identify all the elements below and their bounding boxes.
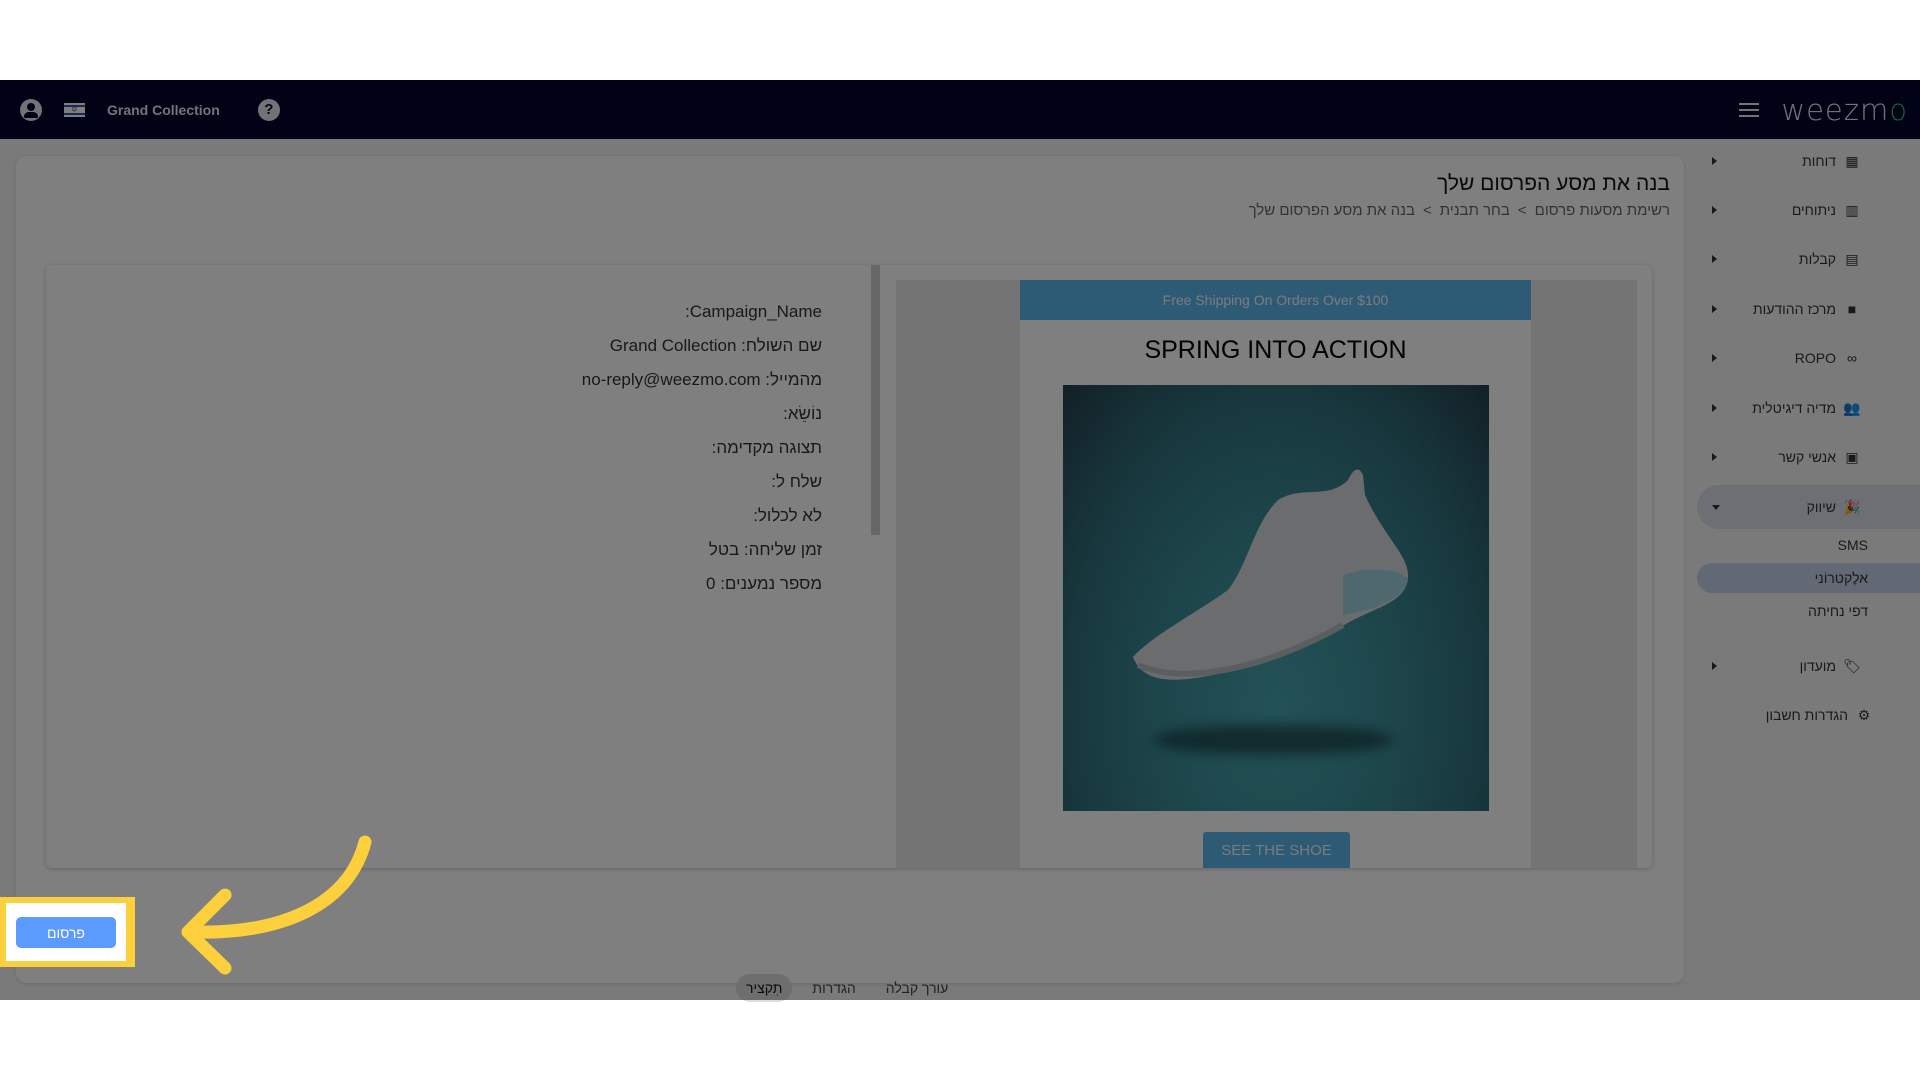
sidebar-item-club[interactable]: 🏷 מועדון — [1680, 644, 1920, 688]
breadcrumb-campaign-list[interactable]: רשימת מסעות פרסום — [1535, 202, 1670, 219]
sidebar-item-message-center[interactable]: ■ מרכז ההודעות — [1680, 287, 1920, 331]
navbar-right-group: weezmo — [1739, 80, 1908, 139]
summary-preview-text: תצוגה מקדימה: — [711, 438, 822, 457]
email-banner: Free Shipping On Orders Over $100 — [1020, 280, 1531, 320]
breadcrumb-separator: > — [1422, 202, 1432, 219]
chevron-right-icon — [1712, 255, 1717, 263]
analytics-icon: ▥ — [1845, 201, 1859, 218]
summary-from-email: מהמייל: no-reply@weezmo.com — [581, 370, 822, 389]
chat-icon: ■ — [1847, 301, 1857, 317]
chevron-right-icon — [1712, 206, 1717, 214]
sidebar-item-label: ROPO — [1794, 350, 1836, 366]
sidebar-item-label: הגדרות חשבון — [1765, 707, 1848, 723]
sidebar-item-ropo[interactable]: ∞ ROPO — [1680, 336, 1920, 380]
chevron-right-icon — [1712, 157, 1717, 165]
logo-text: weezm — [1781, 92, 1890, 127]
user-account-icon[interactable] — [20, 98, 42, 121]
sidebar-item-label: קבלות — [1798, 251, 1836, 267]
campaign-summary: Campaign_Name: שם השולח: Grand Collectio… — [582, 295, 822, 601]
chevron-right-icon — [1712, 453, 1717, 461]
sidebar-item-contacts[interactable]: ▣ אנשי קשר — [1680, 435, 1920, 479]
infinity-icon: ∞ — [1847, 350, 1857, 366]
see-the-shoe-button[interactable]: SEE THE SHOE — [1203, 832, 1350, 868]
people-icon: 👥 — [1843, 399, 1861, 416]
tag-icon: 🏷 — [1843, 657, 1861, 674]
summary-scrollbar[interactable] — [871, 265, 880, 535]
breadcrumb-separator: > — [1517, 202, 1527, 219]
tab-receipt-editor[interactable]: עורך קבלה — [876, 974, 959, 1002]
chevron-right-icon — [1712, 305, 1717, 313]
sidebar-item-label: אנשי קשר — [1778, 449, 1836, 465]
sidebar-subitem-email[interactable]: אלֶקטרוֹני — [1697, 563, 1920, 593]
israel-flag-icon[interactable] — [64, 102, 85, 117]
contact-icon: ▣ — [1845, 448, 1859, 465]
email-preview: Free Shipping On Orders Over $100 SPRING… — [896, 280, 1637, 868]
breadcrumb-current: בנה את מסע הפרסום שלך — [1248, 202, 1415, 219]
tab-settings[interactable]: הגדרות — [802, 974, 865, 1002]
sidebar: ▦ דוחות ▥ ניתוחים ▤ קבלות ■ מרכז ההודעות… — [1680, 139, 1920, 1000]
shoe-shadow — [1153, 725, 1393, 755]
arrow-curve — [183, 835, 372, 939]
sidebar-item-label: מרכז ההודעות — [1752, 301, 1836, 317]
dashboard-icon: ▦ — [1845, 152, 1859, 169]
receipt-icon: ▤ — [1845, 250, 1859, 267]
sidebar-item-account-settings[interactable]: ⚙ הגדרות חשבון — [1680, 693, 1920, 737]
campaign-preview-box: Campaign_Name: שם השולח: Grand Collectio… — [46, 265, 1652, 868]
shoe-image — [1063, 385, 1489, 811]
chevron-right-icon — [1712, 662, 1717, 670]
summary-send-to: שלח ל: — [771, 472, 822, 491]
pointer-arrow-icon — [181, 835, 372, 975]
sidebar-item-label: שיווק — [1806, 499, 1836, 515]
page-title: בנה את מסע הפרסום שלך — [1437, 172, 1670, 195]
email-body: Free Shipping On Orders Over $100 SPRING… — [1020, 280, 1531, 868]
subitem-label: SMS — [1837, 537, 1868, 553]
sidebar-item-label: מדיה דיגיטלית — [1752, 400, 1836, 416]
sidebar-subitem-sms[interactable]: SMS — [1680, 530, 1920, 560]
sidebar-item-marketing[interactable]: 🎉 שיווק — [1697, 485, 1920, 529]
publish-highlight-frame: פרסום — [0, 897, 135, 967]
publish-highlight-inner: פרסום — [6, 903, 126, 961]
chevron-right-icon — [1712, 404, 1717, 412]
summary-exclude: לא לכלול: — [753, 506, 822, 525]
chevron-right-icon — [1712, 354, 1717, 362]
sidebar-item-label: מועדון — [1799, 658, 1836, 674]
hamburger-menu-icon[interactable] — [1739, 102, 1760, 117]
sidebar-item-receipts[interactable]: ▤ קבלות — [1680, 237, 1920, 281]
chevron-down-icon — [1712, 505, 1720, 510]
bottom-tabs: עורך קבלה הגדרות תִקציר — [736, 974, 958, 1002]
publish-button[interactable]: פרסום — [16, 917, 116, 948]
party-popper-icon: 🎉 — [1843, 498, 1861, 515]
sidebar-item-analytics[interactable]: ▥ ניתוחים — [1680, 188, 1920, 232]
sidebar-item-digital-media[interactable]: 👥 מדיה דיגיטלית — [1680, 386, 1920, 430]
weezmo-logo[interactable]: weezmo — [1781, 93, 1908, 127]
gear-icon: ⚙ — [1857, 706, 1871, 723]
breadcrumb-choose-template[interactable]: בחר תבנית — [1440, 202, 1510, 219]
tab-summary[interactable]: תִקציר — [736, 974, 793, 1002]
help-icon[interactable]: ? — [257, 98, 280, 121]
subitem-label: אלֶקטרוֹני — [1814, 570, 1868, 586]
summary-subject: נוֹשֵׂא: — [783, 404, 822, 423]
breadcrumb: רשימת מסעות פרסום > בחר תבנית > בנה את מ… — [1249, 202, 1670, 219]
account-name: Grand Collection — [107, 101, 220, 118]
logo-accent: o — [1889, 92, 1908, 127]
sidebar-subitem-landing-pages[interactable]: דפי נחיתה — [1680, 596, 1920, 626]
navbar-left-group: Grand Collection ? — [20, 80, 280, 139]
email-heading: SPRING INTO ACTION — [1144, 336, 1407, 364]
top-navbar: Grand Collection ? weezmo — [0, 80, 1920, 139]
summary-send-time: זמן שליחה: בטל — [708, 540, 822, 559]
sidebar-item-label: דוחות — [1802, 153, 1836, 169]
summary-campaign-name: Campaign_Name: — [684, 302, 822, 321]
sidebar-item-reports[interactable]: ▦ דוחות — [1680, 139, 1920, 183]
sidebar-item-label: ניתוחים — [1791, 202, 1836, 218]
summary-sender-name: שם השולח: Grand Collection — [609, 336, 822, 355]
subitem-label: דפי נחיתה — [1808, 603, 1868, 619]
summary-recipient-count: מספר נמענים: 0 — [706, 574, 822, 593]
